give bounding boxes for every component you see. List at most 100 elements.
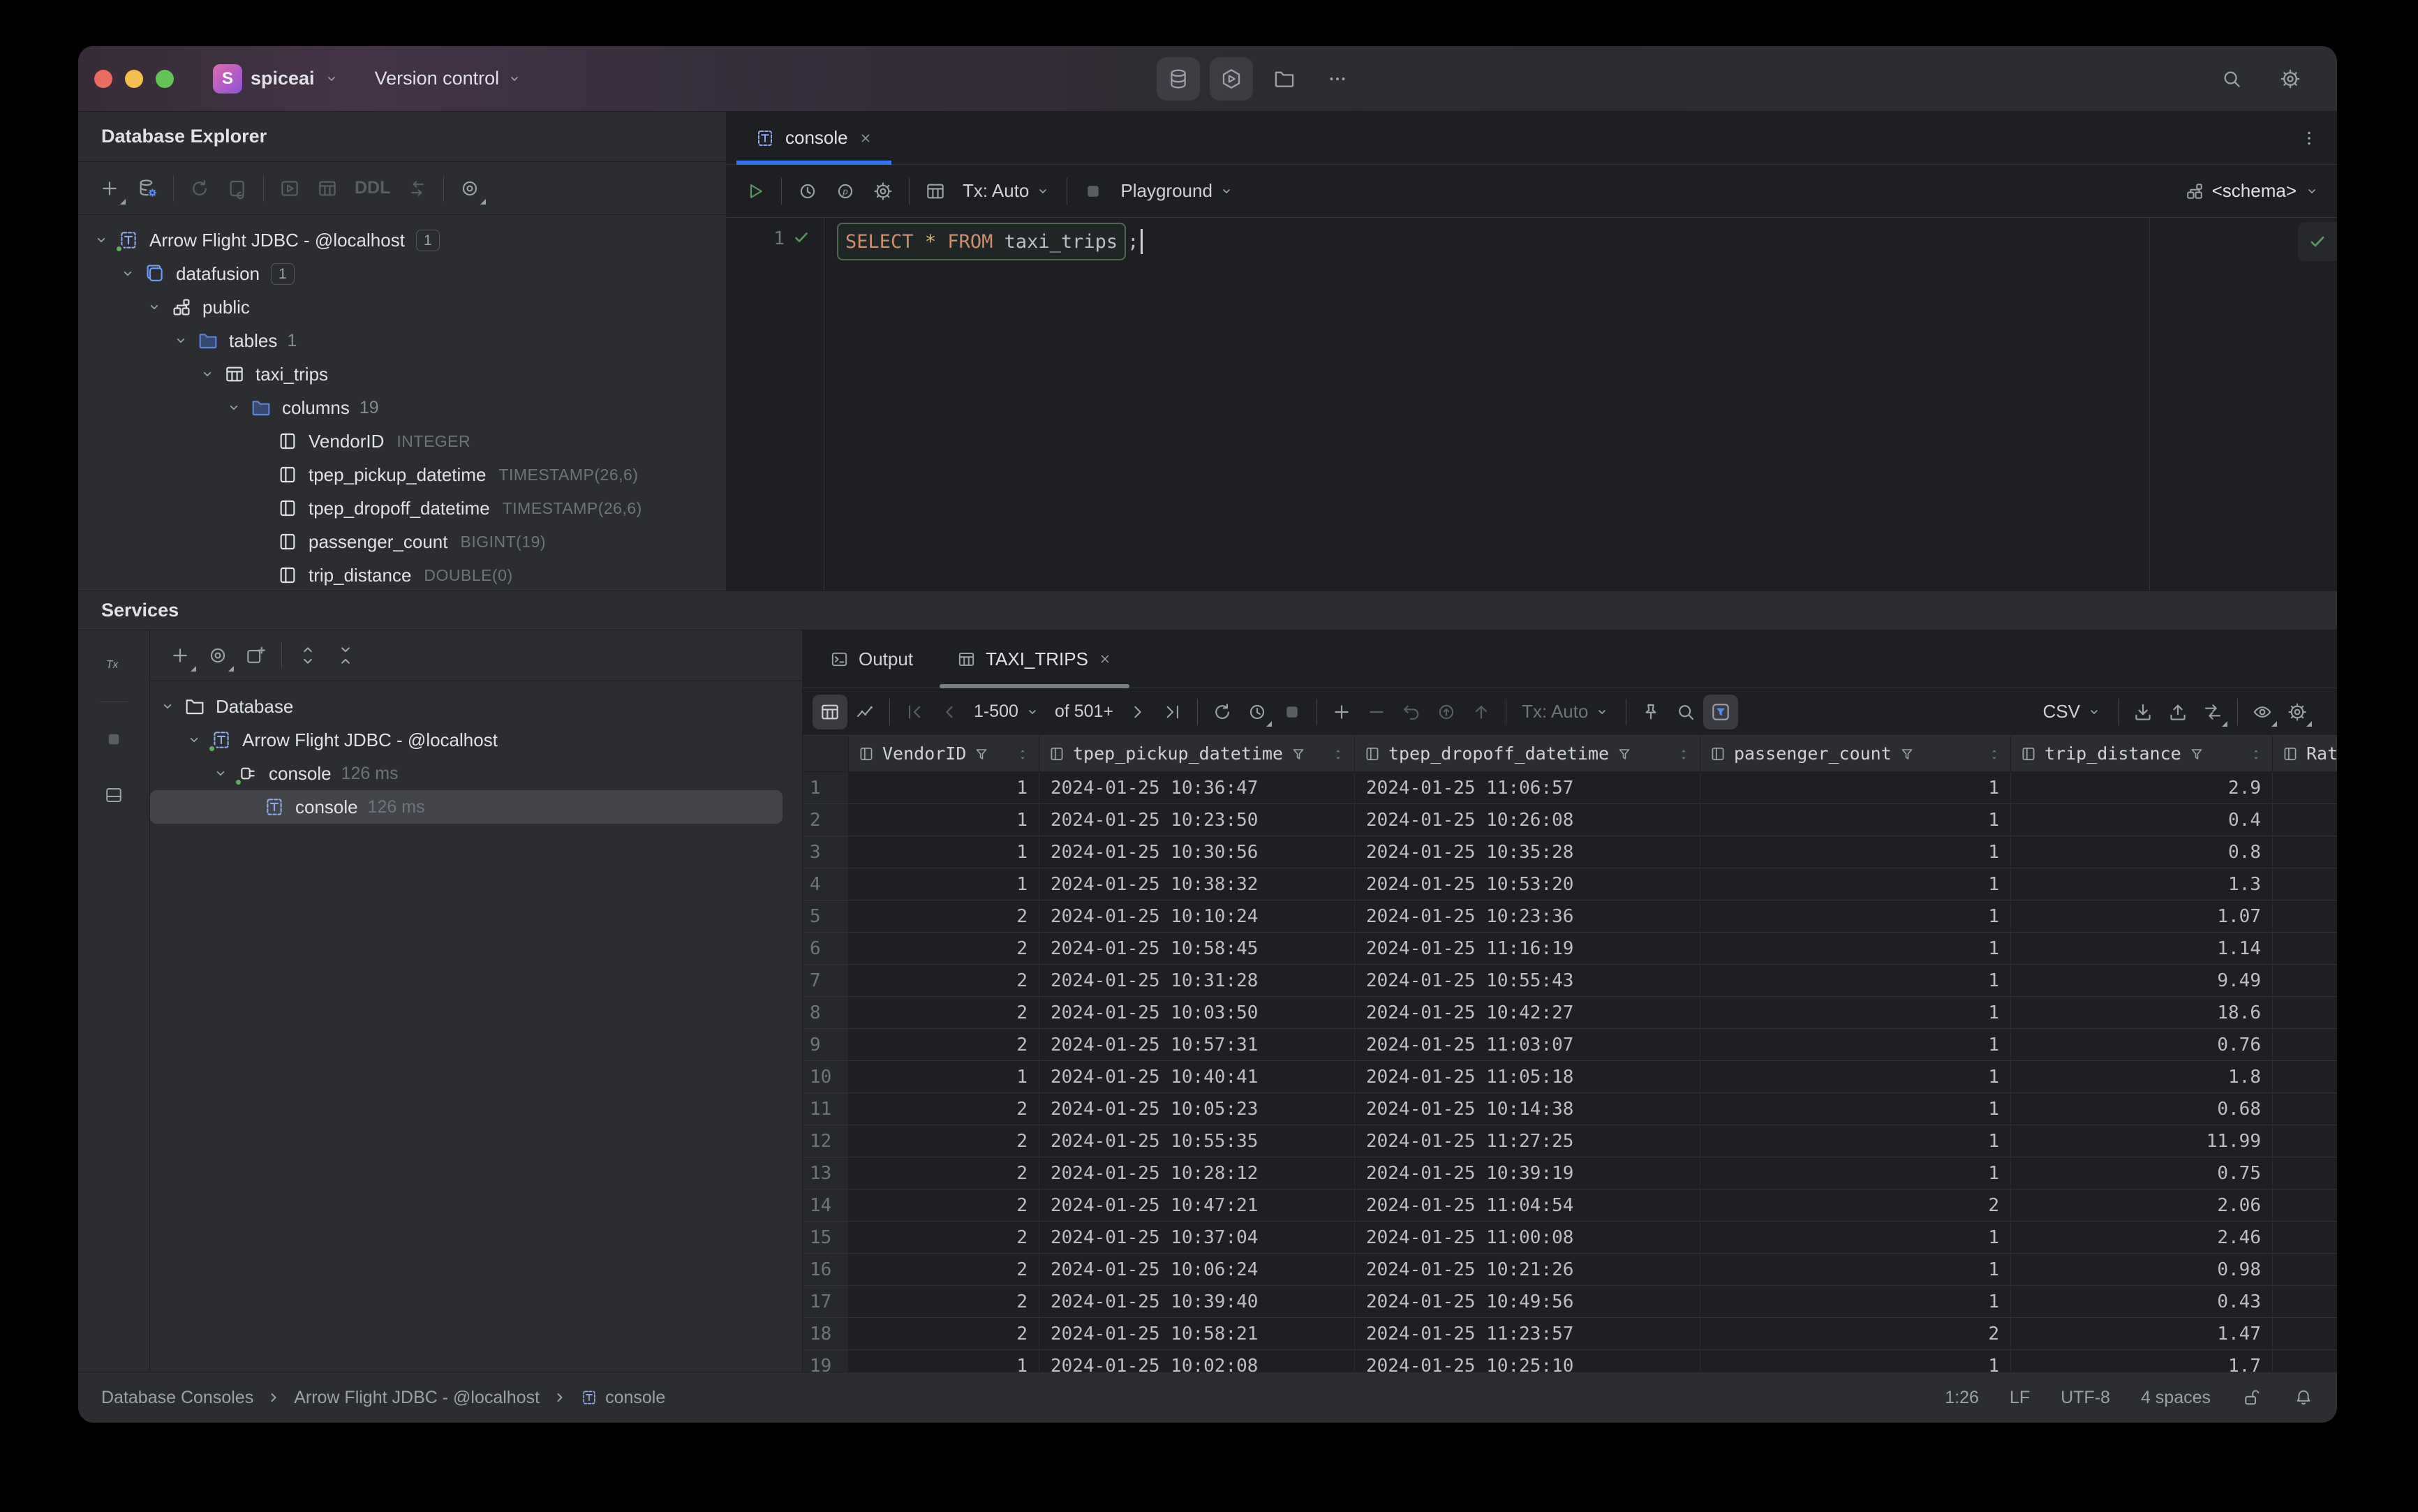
cell[interactable]: 1 — [1700, 836, 2011, 868]
open-in-new-tab-button[interactable] — [237, 637, 274, 674]
cell[interactable]: 1.8 — [2011, 1061, 2273, 1092]
cell[interactable]: 1 — [1700, 1093, 2011, 1125]
cell[interactable]: 2024-01-25 10:38:32 — [1039, 868, 1355, 900]
export-download-button[interactable] — [2126, 695, 2160, 729]
cell[interactable]: 2 — [849, 1318, 1039, 1349]
cell[interactable] — [2273, 1254, 2337, 1285]
cell[interactable]: 1 — [849, 1061, 1039, 1092]
cell[interactable]: 1 — [1700, 1125, 2011, 1157]
run-hexagon-button[interactable] — [1210, 57, 1253, 101]
cell[interactable]: 2024-01-25 11:05:18 — [1355, 1061, 1700, 1092]
chevron-down-icon[interactable] — [172, 332, 190, 350]
cell[interactable]: 2 — [849, 965, 1039, 996]
cell[interactable]: 2024-01-25 10:49:56 — [1355, 1286, 1700, 1317]
cell[interactable] — [2273, 1318, 2337, 1349]
previous-page-button[interactable] — [932, 695, 967, 729]
cell[interactable]: 2024-01-25 11:00:08 — [1355, 1222, 1700, 1253]
filter-funnel-icon[interactable] — [2188, 746, 2205, 762]
cell[interactable]: 2024-01-25 10:58:21 — [1039, 1318, 1355, 1349]
run-query-button[interactable] — [736, 172, 774, 210]
cell[interactable]: 2024-01-25 10:25:10 — [1355, 1350, 1700, 1372]
datasource-properties-button[interactable] — [128, 170, 166, 207]
find-in-grid-button[interactable] — [1668, 695, 1703, 729]
sort-icon[interactable] — [1015, 746, 1030, 762]
expand-all-button[interactable] — [289, 637, 327, 674]
tree-item-datafusion[interactable]: datafusion 1 — [78, 257, 726, 290]
cell[interactable]: 2 — [849, 1157, 1039, 1189]
cell[interactable]: 2024-01-25 11:06:57 — [1355, 772, 1700, 803]
cell[interactable]: 2.46 — [2011, 1222, 2273, 1253]
tab-taxi-trips[interactable]: TAXI_TRIPS — [940, 630, 1129, 688]
table-row[interactable]: 2 1 2024-01-25 10:23:50 2024-01-25 10:26:08… — [803, 804, 2337, 836]
cell[interactable] — [2273, 1157, 2337, 1189]
stop-button[interactable] — [1074, 172, 1112, 210]
tree-item-vendorid[interactable]: VendorID INTEGER — [78, 424, 726, 458]
cell[interactable]: 2024-01-25 10:23:36 — [1355, 900, 1700, 932]
lock-open-icon[interactable] — [2241, 1387, 2262, 1408]
cell[interactable]: 1 — [1700, 933, 2011, 964]
rollback-button[interactable] — [1429, 695, 1464, 729]
ddl-button[interactable]: DDL — [346, 178, 399, 198]
table-row[interactable]: 12 2 2024-01-25 10:55:35 2024-01-25 11:27:2… — [803, 1125, 2337, 1157]
project-folder-button[interactable] — [1263, 57, 1306, 101]
cell[interactable]: 2 — [849, 1189, 1039, 1221]
cell[interactable]: 2024-01-25 10:47:21 — [1039, 1189, 1355, 1221]
inspections-widget[interactable] — [2298, 222, 2337, 261]
chart-view-button[interactable] — [847, 695, 882, 729]
next-page-button[interactable] — [1120, 695, 1155, 729]
service-view-options-button[interactable] — [199, 637, 237, 674]
cell[interactable]: 2024-01-25 10:40:41 — [1039, 1061, 1355, 1092]
cell[interactable]: 2024-01-25 11:04:54 — [1355, 1189, 1700, 1221]
cell[interactable]: 2 — [849, 1029, 1039, 1060]
cell[interactable]: 1.14 — [2011, 933, 2273, 964]
cell[interactable]: 2 — [849, 1286, 1039, 1317]
reload-data-button[interactable] — [1205, 695, 1240, 729]
cell[interactable]: 1.47 — [2011, 1318, 2273, 1349]
cell[interactable] — [2273, 1061, 2337, 1092]
attach-console-button[interactable] — [218, 170, 256, 207]
cell[interactable]: 1 — [1700, 1350, 2011, 1372]
cell[interactable]: 1 — [1700, 1157, 2011, 1189]
import-upload-button[interactable] — [2160, 695, 2195, 729]
cell[interactable]: 2 — [849, 1093, 1039, 1125]
cell[interactable] — [2273, 1093, 2337, 1125]
cell[interactable]: 2024-01-25 10:57:31 — [1039, 1029, 1355, 1060]
cell[interactable]: 2024-01-25 10:26:08 — [1355, 804, 1700, 836]
cell[interactable]: 2 — [849, 1222, 1039, 1253]
sql-line[interactable]: SELECT * FROM taxi_trips; — [837, 222, 1143, 261]
chevron-down-icon[interactable] — [145, 298, 163, 316]
cell[interactable]: 2024-01-25 10:53:20 — [1355, 868, 1700, 900]
table-row[interactable]: 18 2 2024-01-25 10:58:21 2024-01-25 11:23:5… — [803, 1318, 2337, 1350]
delete-row-button[interactable] — [1359, 695, 1394, 729]
add-service-button[interactable] — [161, 637, 199, 674]
tx-mode-select[interactable]: Tx: Auto — [954, 180, 1060, 202]
chevron-down-icon[interactable] — [158, 697, 177, 716]
collapse-all-button[interactable] — [327, 637, 364, 674]
cell[interactable]: 1 — [1700, 965, 2011, 996]
layout-stripe-button[interactable] — [95, 776, 133, 814]
cell[interactable]: 1 — [849, 868, 1039, 900]
pin-tab-button[interactable] — [1633, 695, 1668, 729]
table-row[interactable]: 15 2 2024-01-25 10:37:04 2024-01-25 11:00:0… — [803, 1222, 2337, 1254]
sort-icon[interactable] — [1330, 746, 1346, 762]
cell[interactable]: 1 — [1700, 1286, 2011, 1317]
database-tool-button[interactable] — [1157, 57, 1200, 101]
query-history-button[interactable] — [789, 172, 826, 210]
table-row[interactable]: 3 1 2024-01-25 10:30:56 2024-01-25 10:35:28… — [803, 836, 2337, 868]
cell[interactable]: 1 — [1700, 1254, 2011, 1285]
filter-funnel-icon[interactable] — [1290, 746, 1307, 762]
cell[interactable]: 1 — [849, 836, 1039, 868]
cell[interactable]: 2024-01-25 11:27:25 — [1355, 1125, 1700, 1157]
file-encoding[interactable]: UTF-8 — [2061, 1388, 2110, 1408]
chevron-down-icon[interactable] — [185, 731, 203, 749]
cell[interactable]: 1 — [849, 772, 1039, 803]
close-tab-icon[interactable] — [1097, 651, 1113, 667]
cell[interactable]: 0.8 — [2011, 836, 2273, 868]
cell[interactable]: 18.6 — [2011, 997, 2273, 1028]
cell[interactable]: 9.49 — [2011, 965, 2273, 996]
cell[interactable]: 2024-01-25 10:35:28 — [1355, 836, 1700, 868]
breadcrumb-item[interactable]: Arrow Flight JDBC - @localhost — [294, 1388, 540, 1408]
sort-icon[interactable] — [1987, 746, 2002, 762]
tree-item-taxi-trips[interactable]: taxi_trips — [78, 357, 726, 391]
cell[interactable]: 2024-01-25 10:42:27 — [1355, 997, 1700, 1028]
